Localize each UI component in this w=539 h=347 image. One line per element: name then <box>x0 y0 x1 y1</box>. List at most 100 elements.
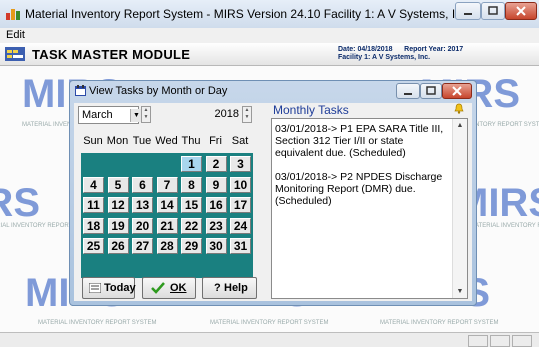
year-value[interactable]: 2018 <box>195 106 239 124</box>
weekday-label: Sat <box>231 135 249 147</box>
status-bar <box>0 332 539 347</box>
close-icon <box>452 86 462 96</box>
calendar-day[interactable]: 8 <box>181 176 202 193</box>
calendar-day[interactable]: 10 <box>230 176 251 193</box>
task-item[interactable]: 03/01/2018-> P2 NPDES Discharge Monitori… <box>275 171 451 207</box>
calendar-day[interactable]: 7 <box>156 176 178 193</box>
calendar-day[interactable]: 16 <box>205 197 227 213</box>
minimize-icon <box>464 13 472 15</box>
scroll-down-icon[interactable]: ▼ <box>453 288 467 295</box>
status-cell <box>512 335 532 347</box>
calendar-day[interactable]: 12 <box>107 197 129 213</box>
calendar-day[interactable]: 6 <box>132 176 153 193</box>
title-bar: Material Inventory Report System - MIRS … <box>0 0 539 28</box>
spin-down-icon[interactable]: ▼ <box>142 114 150 121</box>
module-icon <box>5 47 25 61</box>
calendar-day[interactable]: 30 <box>205 238 227 254</box>
help-icon: ? <box>214 282 221 294</box>
maximize-icon <box>426 86 436 95</box>
month-select[interactable]: March ▼ <box>78 106 142 124</box>
weekday-label: Sun <box>83 135 103 147</box>
calendar-day[interactable]: 29 <box>181 238 202 254</box>
help-label: Help <box>224 282 248 294</box>
calendar-day[interactable]: 13 <box>132 197 153 213</box>
calendar-day[interactable]: 20 <box>132 217 153 234</box>
module-header: TASK MASTER MODULE Date: 04/18/2018 Repo… <box>0 43 539 66</box>
maximize-button[interactable] <box>481 2 505 20</box>
calendar-day[interactable]: 1 <box>181 156 202 172</box>
weekday-header: Sun Mon Tue Wed Thu Fri Sat <box>81 135 251 149</box>
meta-date-year: Date: 04/18/2018 Report Year: 2017 <box>338 46 464 53</box>
weekday-label: Tue <box>132 135 152 147</box>
month-value: March <box>82 109 113 121</box>
bg-tagline: MATERIAL INVENTORY REPORT SYSTEM <box>38 320 157 326</box>
status-cell <box>468 335 488 347</box>
weekday-label: Fri <box>209 135 222 147</box>
ok-button[interactable]: OK <box>142 277 196 299</box>
dialog-minimize-button[interactable] <box>396 83 420 99</box>
dialog-maximize-button[interactable] <box>420 83 442 99</box>
dialog-title: View Tasks by Month or Day <box>89 85 228 97</box>
minimize-icon <box>404 93 412 95</box>
app-icon <box>6 9 20 20</box>
spin-down-icon[interactable]: ▼ <box>243 114 251 121</box>
calendar-day[interactable]: 9 <box>205 176 227 193</box>
tasks-list[interactable]: 03/01/2018-> P1 EPA SARA Title III, Sect… <box>271 118 468 299</box>
calendar-day[interactable]: 15 <box>181 197 202 213</box>
calendar-day[interactable]: 24 <box>230 217 251 234</box>
calendar-day[interactable]: 17 <box>230 197 251 213</box>
status-cell <box>490 335 510 347</box>
dialog-body: March ▼ ▲ ▼ 2018 ▲ ▼ Sun Mon Tue Wed Thu Fri Sat… <box>74 103 472 301</box>
calendar-day[interactable]: 19 <box>107 217 129 234</box>
monthly-tasks-title: Monthly Tasks <box>273 103 349 117</box>
spin-up-icon[interactable]: ▲ <box>142 107 150 114</box>
help-button[interactable]: ? Help <box>202 277 257 299</box>
calendar-day[interactable]: 5 <box>107 176 129 193</box>
year-spinner[interactable]: ▲ ▼ <box>242 106 252 123</box>
calendar-day[interactable]: 18 <box>83 217 104 234</box>
tasks-scrollbar[interactable]: ▲ ▼ <box>452 119 467 298</box>
maximize-icon <box>488 6 498 15</box>
calendar-day[interactable]: 31 <box>230 238 251 254</box>
weekday-label: Wed <box>155 135 178 147</box>
calendar-day[interactable]: 21 <box>156 217 178 234</box>
task-item[interactable]: 03/01/2018-> P1 EPA SARA Title III, Sect… <box>275 123 451 159</box>
calendar-day[interactable]: 27 <box>132 238 153 254</box>
module-title: TASK MASTER MODULE <box>32 47 191 62</box>
calendar-day[interactable]: 3 <box>230 156 251 172</box>
bg-tagline: MATERIAL INVENTORY REPORT SYSTEM <box>380 320 499 326</box>
calendar-day[interactable]: 11 <box>83 197 104 213</box>
view-tasks-dialog: View Tasks by Month or Day March ▼ ▲ ▼ 20… <box>69 80 477 306</box>
month-spinner[interactable]: ▲ ▼ <box>141 106 151 123</box>
bg-tagline: MATERIAL INVENTORY REPORT SYSTEM <box>470 223 539 229</box>
calendar-day[interactable]: 2 <box>205 156 227 172</box>
close-button[interactable] <box>505 2 537 20</box>
spin-up-icon[interactable]: ▲ <box>243 107 251 114</box>
calendar-day[interactable]: 14 <box>156 197 178 213</box>
calendar-day[interactable]: 22 <box>181 217 202 234</box>
ok-label: OK <box>170 282 187 294</box>
calendar-icon <box>75 85 86 96</box>
close-icon <box>516 6 526 16</box>
weekday-label: Thu <box>181 135 201 147</box>
calendar-day[interactable]: 28 <box>156 238 178 254</box>
today-button[interactable]: Today <box>82 277 136 299</box>
module-meta: Date: 04/18/2018 Report Year: 2017 Facil… <box>338 46 463 62</box>
weekday-label: Mon <box>106 135 129 147</box>
checkmark-icon <box>151 282 165 294</box>
calendar-day[interactable]: 25 <box>83 238 104 254</box>
today-label: Today <box>104 282 136 294</box>
menu-edit[interactable]: Edit <box>6 29 25 41</box>
calendar-grid: 1 2 3 4 5 6 7 8 9 10 11 12 13 14 15 16 17 18 19 20 21 22 23 24 2… <box>81 153 253 278</box>
menu-bar: Edit <box>0 28 539 43</box>
meta-facility: Facility 1: A V Systems, Inc. <box>338 54 431 61</box>
calendar-day[interactable]: 23 <box>205 217 227 234</box>
calendar-day[interactable]: 26 <box>107 238 129 254</box>
calendar-day[interactable]: 4 <box>83 176 104 193</box>
dialog-close-button[interactable] <box>442 83 472 99</box>
minimize-button[interactable] <box>455 2 481 20</box>
bg-logo: MIRS <box>0 181 40 225</box>
bell-icon[interactable] <box>454 103 464 114</box>
today-icon <box>89 283 101 293</box>
scroll-up-icon[interactable]: ▲ <box>453 122 467 129</box>
